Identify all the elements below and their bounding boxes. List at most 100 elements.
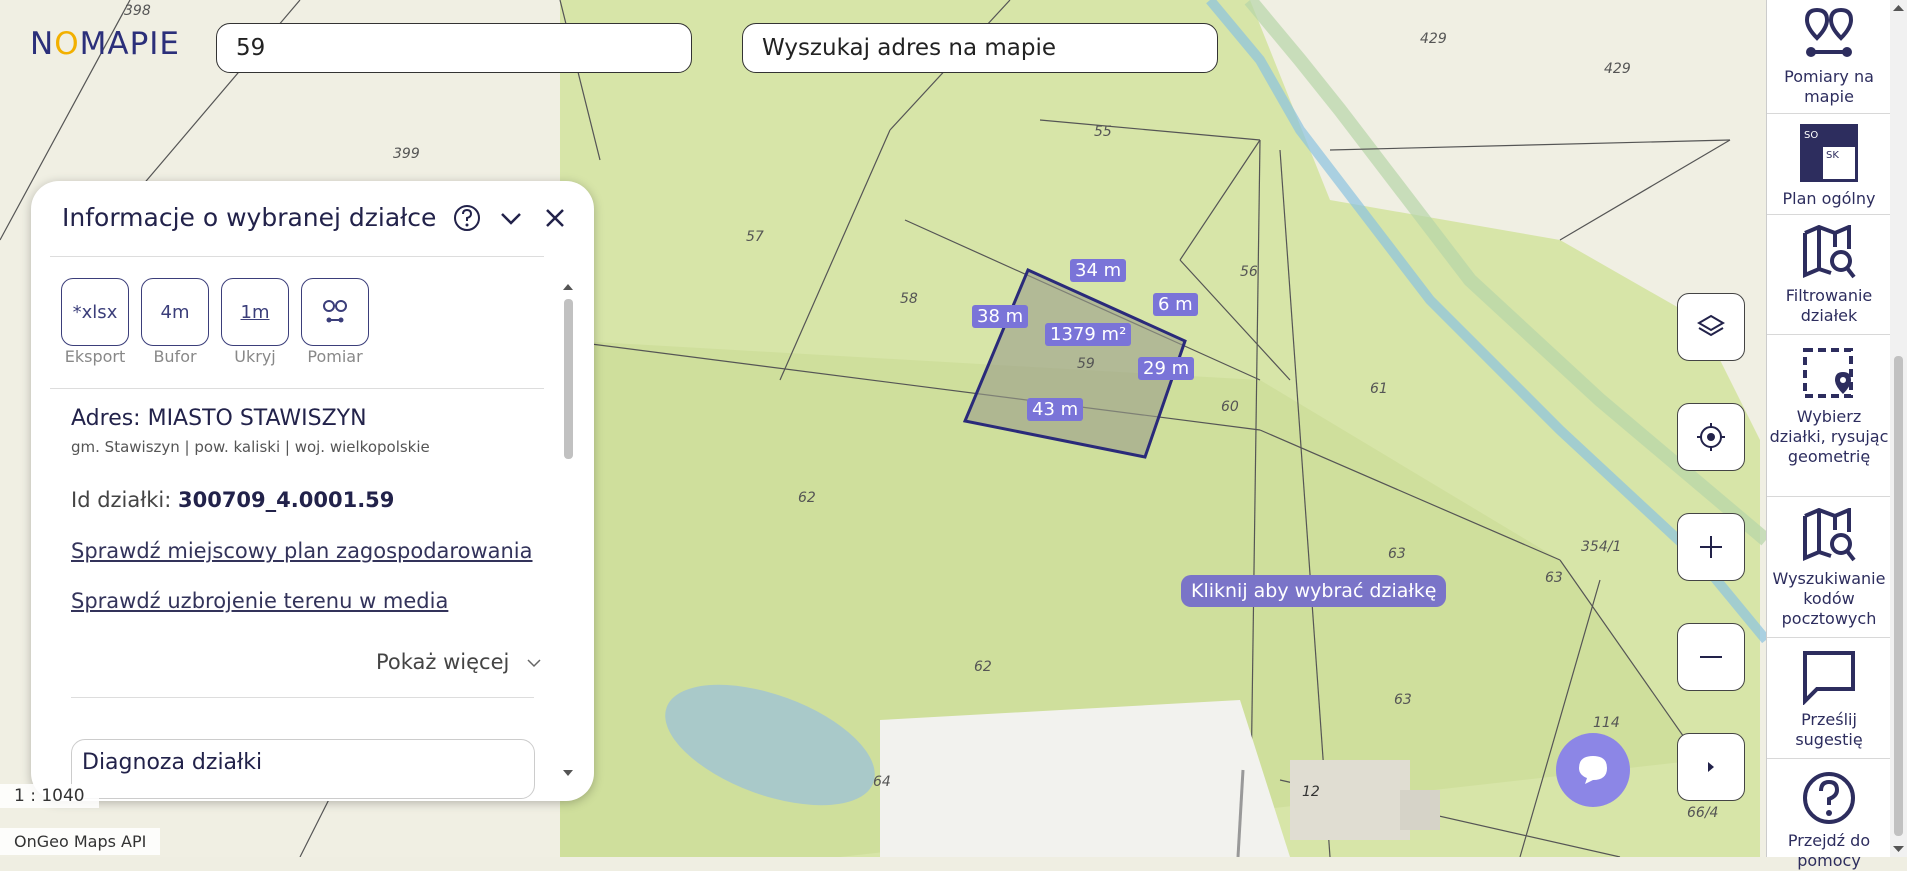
plan-badge-so: SO <box>1804 130 1818 141</box>
panel-scrollbar[interactable] <box>563 284 573 776</box>
sidebar-item-label: Wybierz działki, rysując geometrię <box>1769 407 1889 466</box>
parcel-label: 63 <box>1394 692 1412 708</box>
chat-icon <box>1579 756 1607 784</box>
sidebar-item-label: Przejdź do pomocy <box>1787 831 1871 870</box>
show-more-button[interactable]: Pokaż więcej <box>376 650 542 674</box>
map-search-icon <box>1803 223 1856 279</box>
parcel-label: 354/1 <box>1581 539 1622 555</box>
utilities-link[interactable]: Sprawdź uzbrojenie terenu w media <box>71 589 448 613</box>
parcel-label: 57 <box>746 229 764 245</box>
zoom-out-button[interactable] <box>1677 623 1745 691</box>
measurement-label: 29 m <box>1138 357 1195 380</box>
divider <box>50 388 544 389</box>
layers-button[interactable] <box>1677 293 1745 361</box>
parcel-label: 429 <box>1604 61 1631 77</box>
parcel-label: 58 <box>900 291 918 307</box>
parcel-label: 64 <box>873 774 891 790</box>
help-icon[interactable] <box>452 203 482 233</box>
plot-search-input[interactable] <box>216 23 692 73</box>
parcel-label: 62 <box>798 490 816 506</box>
sidebar-item-suggestion[interactable]: Prześlij sugestię <box>1767 649 1891 750</box>
scroll-up-icon[interactable] <box>561 282 575 292</box>
sidebar-item-label: Filtrowanie działek <box>1785 286 1873 325</box>
caret-right-icon <box>1708 762 1714 772</box>
minus-icon <box>1700 656 1722 658</box>
measurement-label: 1379 m² <box>1045 323 1132 346</box>
hide-button[interactable]: 1m <box>221 278 289 346</box>
parcel-label: 66/4 <box>1687 805 1719 821</box>
measurement-label: 38 m <box>972 305 1029 328</box>
scroll-thumb[interactable] <box>564 299 573 459</box>
scroll-down-icon[interactable] <box>561 768 575 778</box>
layers-icon <box>1697 314 1725 337</box>
sidebar-item-label: Pomiary na mapie <box>1784 67 1874 106</box>
parcel-label: 399 <box>393 146 420 162</box>
tool-label: Bufor <box>153 347 197 366</box>
parcel-label: 398 <box>124 3 151 19</box>
measurement-label: 43 m <box>1027 398 1084 421</box>
logo[interactable]: NOMAPIE <box>30 26 180 62</box>
sidebar-scrollbar[interactable] <box>1890 0 1907 857</box>
address-search-input[interactable] <box>742 23 1218 73</box>
parcel-label: 12 <box>1302 784 1320 800</box>
parcel-label: 56 <box>1240 264 1258 280</box>
tool-label: Ukryj <box>234 347 276 366</box>
tool-label: Pomiar <box>307 347 363 366</box>
export-xlsx-button[interactable]: *xlsx <box>61 278 129 346</box>
parcel-label: 63 <box>1545 570 1563 586</box>
divider <box>50 256 544 257</box>
zoom-in-button[interactable] <box>1677 513 1745 581</box>
parcel-label: 60 <box>1221 399 1239 415</box>
parcel-label: 429 <box>1420 31 1447 47</box>
parcel-label: 61 <box>1370 381 1388 397</box>
map-credit[interactable]: OnGeo Maps API <box>0 828 161 855</box>
sidebar-item-label: Prześlij sugestię <box>1795 710 1863 749</box>
sidebar-item-filter[interactable]: Filtrowanie działek <box>1767 223 1891 326</box>
sidebar-item-plan[interactable]: SO SK Plan ogólny <box>1767 122 1891 209</box>
scroll-up-icon[interactable] <box>1890 2 1907 14</box>
parcel-label: 63 <box>1388 546 1406 562</box>
map-scale: 1 : 1040 <box>0 784 99 808</box>
measurement-label: 34 m <box>1070 259 1127 282</box>
chat-button[interactable] <box>1556 733 1630 807</box>
divider <box>71 697 534 698</box>
parcel-label: 62 <box>974 659 992 675</box>
expand-button[interactable] <box>1677 733 1745 801</box>
scroll-thumb[interactable] <box>1894 356 1903 836</box>
measure-button[interactable] <box>301 278 369 346</box>
select-draw-icon <box>1803 348 1853 398</box>
buffer-button[interactable]: 4m <box>141 278 209 346</box>
address-label: Adres: MIASTO STAWISZYN <box>71 406 367 431</box>
pins-measure-icon <box>323 300 347 323</box>
sidebar-item-label: Plan ogólny <box>1782 189 1876 208</box>
plan-badge-sk: SK <box>1826 150 1839 161</box>
pins-measure-icon <box>1804 7 1854 57</box>
parcel-label: 114 <box>1593 715 1620 731</box>
diagnosis-section[interactable]: Diagnoza działki <box>71 739 535 799</box>
sidebar-item-label: Wyszukiwanie kodów pocztowych <box>1772 569 1886 628</box>
chevron-down-icon[interactable] <box>496 203 526 233</box>
chevron-down-icon <box>527 659 541 668</box>
sidebar-item-postcodes[interactable]: Wyszukiwanie kodów pocztowych <box>1767 506 1891 629</box>
panel-title: Informacje o wybranej działce <box>62 203 437 232</box>
help-icon <box>1803 772 1855 824</box>
parcel-label: 55 <box>1094 124 1112 140</box>
measurement-label: 6 m <box>1153 293 1198 316</box>
address-subtitle: gm. Stawiszyn | pow. kaliski | woj. wiel… <box>71 438 430 456</box>
scroll-down-icon[interactable] <box>1890 843 1907 855</box>
sidebar-item-measure[interactable]: Pomiary na mapie <box>1767 6 1891 107</box>
locate-button[interactable] <box>1677 403 1745 471</box>
close-icon[interactable] <box>540 203 570 233</box>
plot-info-panel: Informacje o wybranej działce *xlsx Eksp… <box>31 181 594 801</box>
plan-icon: SO SK <box>1800 124 1858 182</box>
parcel-label: 59 <box>1077 356 1095 372</box>
local-plan-link[interactable]: Sprawdź miejscowy plan zagospodarowania <box>71 539 533 563</box>
sidebar-item-draw-select[interactable]: Wybierz działki, rysując geometrię <box>1767 346 1891 467</box>
crosshair-icon <box>1697 423 1725 451</box>
tool-label: Eksport <box>64 347 126 366</box>
chat-icon <box>1803 651 1855 706</box>
plot-id: Id działki: 300709_4.0001.59 <box>71 488 395 512</box>
map-search-icon <box>1803 506 1856 562</box>
sidebar-item-help[interactable]: Przejdź do pomocy <box>1767 770 1891 871</box>
plus-icon <box>1700 536 1722 558</box>
